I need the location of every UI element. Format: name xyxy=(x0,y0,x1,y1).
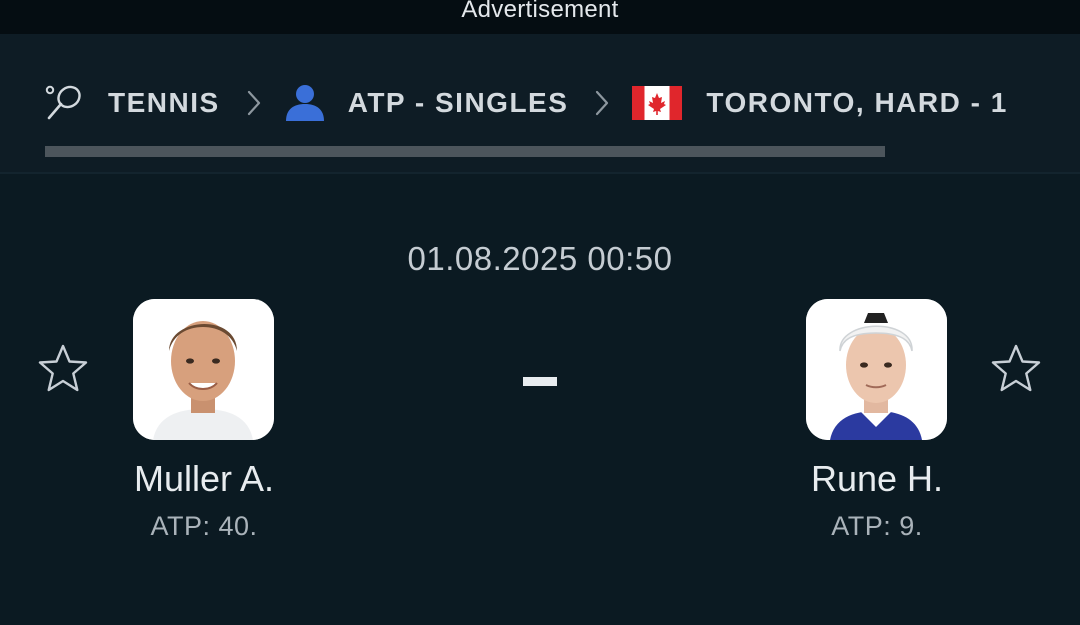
home-player-rank: ATP: 40. xyxy=(150,511,258,541)
breadcrumb: TENNIS ATP - SINGLES TORONTO, HARD - 1 xyxy=(0,34,1080,174)
person-icon xyxy=(284,83,326,123)
score-separator xyxy=(523,377,557,386)
breadcrumb-scrollbar[interactable] xyxy=(45,146,885,157)
canada-flag-icon xyxy=(632,86,683,120)
chevron-right-icon xyxy=(594,89,610,117)
breadcrumb-label-toronto: TORONTO, HARD - 1 xyxy=(706,87,1008,118)
home-player-name[interactable]: Muller A. xyxy=(64,458,344,500)
breadcrumb-label-tennis: TENNIS xyxy=(108,87,220,118)
match-header: 01.08.2025 00:50 Muller A. ATP: 40. Rune… xyxy=(0,174,1080,625)
advertisement-bar: Advertisement xyxy=(0,0,1080,34)
away-player-name[interactable]: Rune H. xyxy=(737,458,1017,500)
chevron-right-icon xyxy=(246,89,262,117)
breadcrumb-item-atp-singles[interactable]: ATP - SINGLES xyxy=(284,83,569,123)
match-datetime: 01.08.2025 00:50 xyxy=(407,240,673,277)
favorite-away-star-icon[interactable] xyxy=(989,342,1043,396)
favorite-home-star-icon[interactable] xyxy=(36,342,90,396)
home-player-avatar[interactable] xyxy=(133,299,274,440)
advertisement-label: Advertisement xyxy=(461,0,619,23)
away-player-rank: ATP: 9. xyxy=(831,511,923,541)
breadcrumb-items: TENNIS ATP - SINGLES TORONTO, HARD - 1 xyxy=(44,80,1008,126)
breadcrumb-label-atp-singles: ATP - SINGLES xyxy=(347,87,569,118)
breadcrumb-item-toronto[interactable]: TORONTO, HARD - 1 xyxy=(632,86,1007,120)
breadcrumb-item-tennis[interactable]: TENNIS xyxy=(44,83,220,123)
tennis-racket-icon xyxy=(44,83,84,123)
away-player-avatar[interactable] xyxy=(806,299,947,440)
